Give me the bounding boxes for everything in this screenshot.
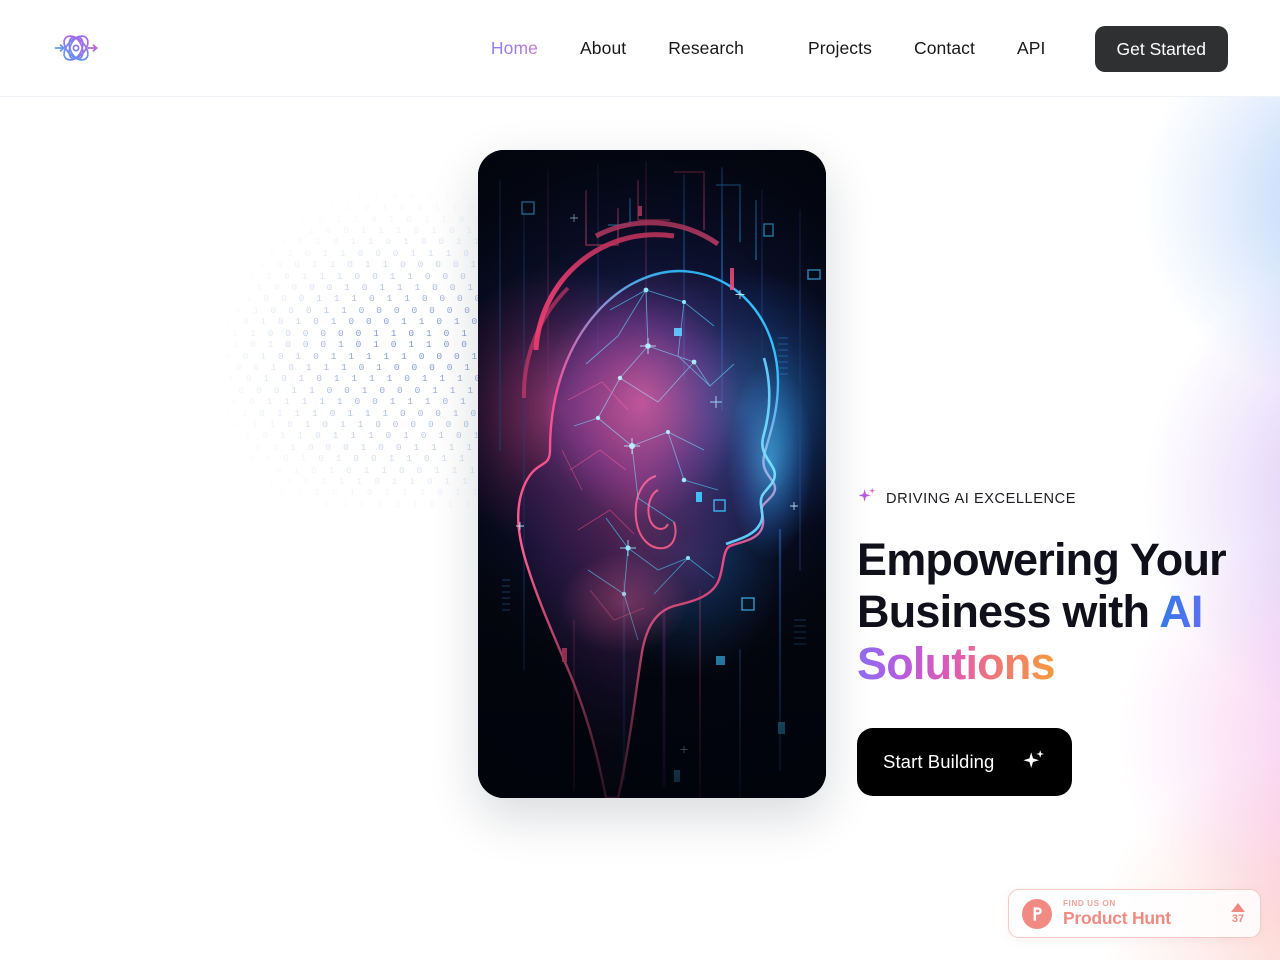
- product-hunt-name: Product Hunt: [1063, 907, 1171, 928]
- binary-row: 1 0 0 0 1 1 1 0 0 0 1 1 1 0 1 1 0 0 0 0 …: [140, 293, 660, 305]
- product-hunt-kicker: FIND US ON: [1063, 898, 1116, 908]
- nav-item-about[interactable]: About: [559, 39, 647, 58]
- binary-row: 1 1 1 0 0 1 1 0 1 0 1 0 1 0 0 0 1 1 0 1 …: [119, 316, 657, 328]
- binary-row: 0 1 0 1 1 1 0 1 0 0 0 1 1 0 0 0 0 0 0 0 …: [129, 304, 650, 316]
- hero-vignette: [478, 150, 826, 798]
- headline-accent-solutions: Solutions: [857, 638, 1056, 689]
- binary-row: 1 1 0 0 1 0 1 1 0 1 0 0 1 1 0 1 1 0 1 0 …: [222, 202, 602, 214]
- binary-row: 0 1 0 1 1 0 0 1 1 0 1 0 1 1 0 0 1 0 1 1 …: [212, 213, 609, 225]
- sparkle-icon: [857, 486, 877, 511]
- hero-eyebrow: DRIVING AI EXCELLENCE: [857, 486, 1257, 511]
- binary-row: 0 1 1 0 0 1 0 0 0 1 0 0 1 1 1 1 1 1 0 0 …: [202, 441, 722, 453]
- nav-item-api[interactable]: API: [996, 39, 1067, 58]
- nav-item-research[interactable]: Research: [647, 39, 765, 58]
- hero-copy-block: DRIVING AI EXCELLENCE Empowering Your Bus…: [857, 486, 1257, 796]
- binary-row: 0 1 1 0 1 0 1 0 1 1 0 0 1 1 1 1 0 1 0 1 …: [222, 464, 725, 476]
- headline-line-1: Empowering Your: [857, 534, 1227, 585]
- binary-row: 1 0 1 1 0 1 1 1 0 1 1 0 1 1 0 0 1 1 1 0 …: [233, 475, 732, 487]
- site-header: Home About Research Projects Contact API…: [0, 0, 1280, 97]
- binary-row: 1 1 0 1 0 1 1 0 1 1 0 1 1 0 1 0 1 1 1 0 …: [254, 498, 717, 510]
- binary-row: 0 1 1 0 1 1 0 1 0 1 1 0 0 0 0 0 0 0 1 0 …: [181, 418, 719, 430]
- binary-row: 0 1 1 0 1 0 0 1 0 1 1 0 1 0 0 1 1 1 0 1 …: [191, 236, 624, 248]
- binary-row: 1 0 1 1 1 0 0 0 1 1 0 0 1 0 0 0 1 1 1 0 …: [150, 384, 706, 396]
- binary-row: 0 1 1 1 1 0 1 0 0 0 0 1 0 1 1 1 0 0 1 1 …: [150, 282, 653, 294]
- primary-navigation: Home About Research Projects Contact API…: [470, 0, 1228, 97]
- get-started-button[interactable]: Get Started: [1094, 25, 1228, 72]
- start-building-label: Start Building: [883, 751, 995, 772]
- headline-line-2: Business with: [857, 586, 1160, 637]
- product-hunt-text-block: FIND US ON Product Hunt: [1063, 898, 1220, 928]
- landing-page-root: Home About Research Projects Contact API…: [0, 0, 1280, 960]
- binary-matrix-decoration: 0 1 1 0 1 0 1 1 0 0 1 0 1 1 0 1 0 0 11 0…: [104, 168, 732, 578]
- binary-row: 1 1 0 0 1 0 0 1 0 1 0 0 0 1 0 1 0 1 1 0 …: [109, 339, 682, 351]
- upvote-triangle-icon: [1231, 902, 1245, 912]
- binary-row: 1 0 0 1 0 1 1 0 0 1 1 1 0 1 0 1 1 0 1 0 …: [202, 225, 616, 237]
- binary-row: 1 1 0 1 0 1 0 1 0 0 1 1 0 1 1 1 1 0 0 0 …: [212, 453, 732, 465]
- binary-row: 0 1 1 1 0 1 0 0 1 0 1 0 1 1 1 1 1 0 0 0 …: [119, 350, 674, 362]
- sparkle-icon: [1022, 748, 1046, 777]
- binary-row: 0 0 1 1 0 1 0 1 1 0 0 1 1 0 1 0 1 1 0 0 …: [233, 190, 595, 202]
- binary-row: 0 0 1 0 0 1 0 0 1 1 0 1 1 0 0 0 0 1 0 1 …: [171, 259, 638, 271]
- binary-row: 1 0 1 1 0 0 1 0 1 1 0 1 0 1 1 0 1 0 1 1: [243, 179, 587, 191]
- binary-row: 0 1 0 0 1 1 0 1 0 1 0 1 1 1 1 0 1 1 1 0 …: [140, 373, 695, 385]
- product-hunt-badge[interactable]: FIND US ON Product Hunt 37: [1008, 889, 1261, 938]
- nav-item-projects[interactable]: Projects: [787, 39, 893, 58]
- hero-image-card: [478, 150, 826, 798]
- product-hunt-upvote-count: 37: [1231, 912, 1245, 925]
- binary-row: 1 0 1 1 0 1 0 0 1 0 1 1 1 0 1 0 0 0 0 1 …: [129, 361, 702, 373]
- brand-logo[interactable]: [52, 24, 100, 72]
- binary-row: 0 0 1 0 0 0 1 1 1 1 1 0 0 1 1 1 0 1 1 0 …: [160, 396, 698, 408]
- neural-atom-logo-icon: [53, 25, 99, 71]
- hero-eyebrow-text: DRIVING AI EXCELLENCE: [886, 490, 1076, 507]
- binary-row: 1 0 1 1 0 0 1 0 1 1 1 0 0 1 1 0 0 0 0 1 …: [160, 270, 645, 282]
- page-title: Empowering Your Business with AI Solutions: [857, 534, 1257, 690]
- binary-row: 1 1 0 1 1 0 1 0 1 1 0 0 0 1 1 1 0 1 1 0 …: [181, 247, 631, 259]
- binary-row: 1 1 0 0 1 0 1 1 1 0 1 1 1 0 0 0 1 0 0 1 …: [171, 407, 726, 419]
- binary-row: 1 0 0 0 0 1 1 0 1 1 1 0 1 0 1 0 1 0 1 0 …: [191, 430, 729, 442]
- nav-item-home[interactable]: Home: [470, 39, 559, 58]
- binary-row: 0 1 1 0 1 0 1 1 0 0 1 0 1 1 0 1 0 0 1: [254, 168, 580, 179]
- nav-item-contact[interactable]: Contact: [893, 39, 996, 58]
- product-hunt-logo-icon: [1022, 898, 1052, 929]
- binary-row: 0 1 0 1 1 0 1 0 1 1 1 0 1 1 1 0 1 0 0 1 …: [243, 487, 725, 499]
- product-hunt-upvote[interactable]: 37: [1231, 902, 1247, 925]
- binary-row: 0 0 1 0 0 1 0 1 1 0 0 0 0 0 0 1 1 0 1 0 …: [109, 327, 664, 339]
- start-building-button[interactable]: Start Building: [857, 728, 1073, 796]
- headline-accent-ai: AI: [1159, 586, 1203, 637]
